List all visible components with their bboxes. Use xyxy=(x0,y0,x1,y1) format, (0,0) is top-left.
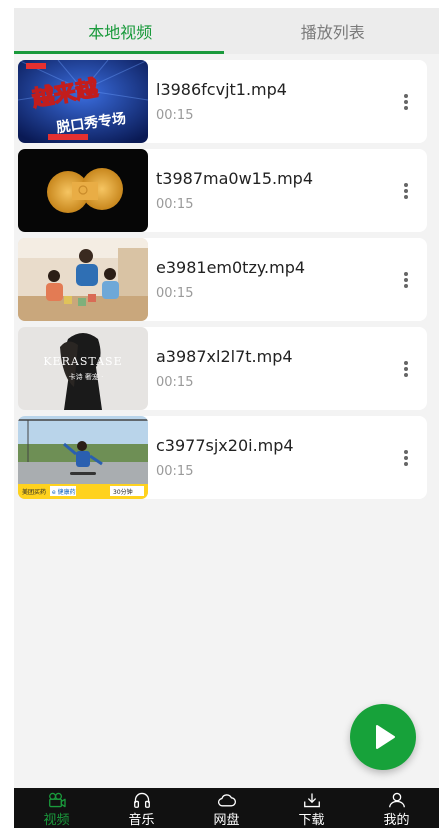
nav-item-profile[interactable]: 我的 xyxy=(354,788,439,828)
more-options-icon[interactable] xyxy=(399,358,413,380)
video-thumbnail xyxy=(18,149,148,232)
nav-label: 我的 xyxy=(383,813,410,828)
status-bar xyxy=(14,0,439,8)
video-filename: e3981em0tzy.mp4 xyxy=(156,258,306,277)
more-options-icon[interactable] xyxy=(399,447,413,469)
more-options-icon[interactable] xyxy=(399,269,413,291)
nav-item-cloud[interactable]: 网盘 xyxy=(184,788,269,828)
video-list-item[interactable]: e3981em0tzy.mp4 00:15 xyxy=(18,238,427,321)
video-thumbnail: 越来越 脱口秀专场 xyxy=(18,60,148,143)
video-duration: 00:15 xyxy=(156,464,194,479)
play-icon xyxy=(376,725,395,749)
tab-active-indicator xyxy=(14,51,224,54)
play-button[interactable] xyxy=(350,704,416,770)
nav-item-music[interactable]: 音乐 xyxy=(99,788,184,828)
video-duration: 00:15 xyxy=(156,286,194,301)
download-icon xyxy=(303,793,320,808)
video-filename: t3987ma0w15.mp4 xyxy=(156,169,314,188)
nav-item-video[interactable]: 视频 xyxy=(14,788,99,828)
brand-text: KERASTASE xyxy=(43,355,122,368)
bottom-navigation: 视频 音乐 网盘 下载 我的 xyxy=(14,788,439,828)
tab-bar: 本地视频 播放列表 xyxy=(14,8,439,54)
app-screen: 本地视频 播放列表 越来越 脱口秀专场 l3986fcvjt1.mp4 00:1… xyxy=(14,0,439,828)
video-list-item[interactable]: 越来越 脱口秀专场 l3986fcvjt1.mp4 00:15 xyxy=(18,60,427,143)
video-thumbnail: KERASTASE 卡诗 奢宠 · xyxy=(18,327,148,410)
video-filename: c3977sjx20i.mp4 xyxy=(156,436,294,455)
video-duration: 00:15 xyxy=(156,108,194,123)
nav-label: 视频 xyxy=(43,813,70,828)
video-thumbnail xyxy=(18,238,148,321)
more-options-icon[interactable] xyxy=(399,180,413,202)
video-list: 越来越 脱口秀专场 l3986fcvjt1.mp4 00:15 t3987ma0… xyxy=(14,54,439,499)
nav-label: 音乐 xyxy=(128,813,155,828)
video-duration: 00:15 xyxy=(156,197,194,212)
video-list-item[interactable]: t3987ma0w15.mp4 00:15 xyxy=(18,149,427,232)
brand-subtext: 卡诗 奢宠 · xyxy=(69,372,104,381)
tab-playlist[interactable]: 播放列表 xyxy=(227,8,439,54)
ad-mid-text: e 健康药 xyxy=(52,488,76,496)
nav-item-download[interactable]: 下载 xyxy=(269,788,354,828)
more-options-icon[interactable] xyxy=(399,91,413,113)
ad-right-text: 30分钟 xyxy=(113,488,133,496)
video-list-item[interactable]: KERASTASE 卡诗 奢宠 · a3987xl2l7t.mp4 00:15 xyxy=(18,327,427,410)
nav-label: 下载 xyxy=(298,813,325,828)
video-duration: 00:15 xyxy=(156,375,194,390)
video-thumbnail: 美团买药 e 健康药 30分钟 xyxy=(18,416,148,499)
user-icon xyxy=(388,792,405,808)
video-filename: l3986fcvjt1.mp4 xyxy=(156,80,287,99)
video-filename: a3987xl2l7t.mp4 xyxy=(156,347,293,366)
video-camera-icon xyxy=(48,792,66,808)
tab-local-videos[interactable]: 本地视频 xyxy=(14,8,227,54)
headphones-icon xyxy=(133,792,150,808)
video-list-item[interactable]: 美团买药 e 健康药 30分钟 c3977sjx20i.mp4 00:15 xyxy=(18,416,427,499)
nav-label: 网盘 xyxy=(213,813,240,828)
cloud-icon xyxy=(217,794,236,807)
ad-left-text: 美团买药 xyxy=(22,488,46,496)
